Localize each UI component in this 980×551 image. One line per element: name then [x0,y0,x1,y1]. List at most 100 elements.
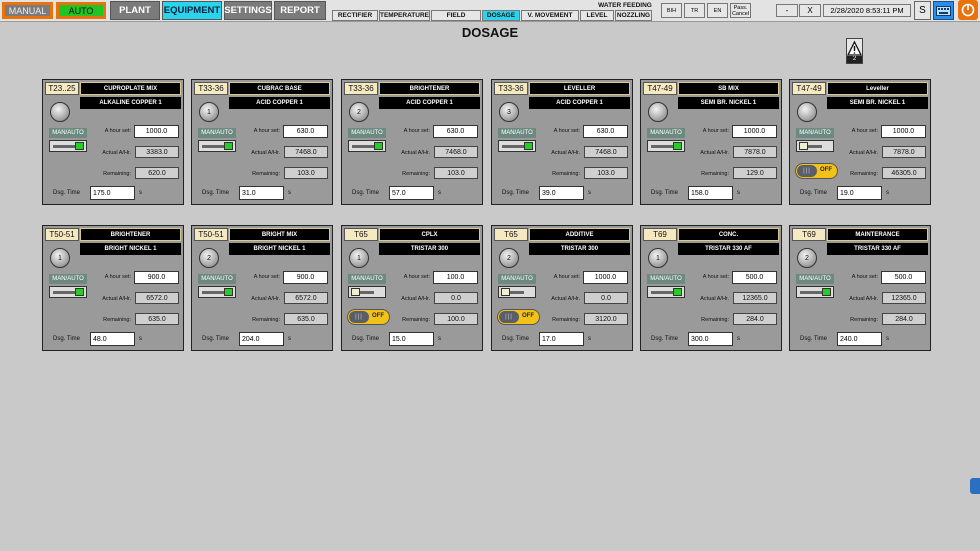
dsg-time-input[interactable]: 204.0 [239,332,284,346]
dsg-time-input[interactable]: 240.0 [837,332,882,346]
pump-indicator-icon[interactable]: 2 [499,248,519,268]
seconds-unit: s [438,190,441,196]
pump-indicator-icon[interactable] [797,102,817,122]
set-input[interactable]: 1000.0 [881,125,926,138]
pump-indicator-icon[interactable] [648,102,668,122]
actual-label: Actual A/Hr. [401,150,430,156]
subtab-nozzling[interactable]: NOZZLING [615,10,652,21]
subtab-water-feeding[interactable]: WATER FEEDING [598,1,652,10]
dosage-card: T69 MAINTERANCE TRISTAR 330 AF 2 MAN/AUT… [789,225,931,351]
set-input[interactable]: 1000.0 [732,125,777,138]
set-label: A hour set: [403,274,430,280]
subtab-v-movement[interactable]: V. MOVEMENT [521,10,579,21]
set-input[interactable]: 1000.0 [134,125,179,138]
pump-indicator-icon[interactable]: 1 [199,102,219,122]
remaining-value: 635.0 [284,313,328,325]
tank-label: T33-36 [494,82,528,95]
pump-indicator-icon[interactable]: 1 [648,248,668,268]
dsg-time-input[interactable]: 158.0 [688,186,733,200]
s-button[interactable]: S [914,1,931,20]
set-input[interactable]: 630.0 [283,125,328,138]
datetime-display: 2/28/2020 8:53:11 PM [823,4,911,17]
subtab-level[interactable]: LEVEL [580,10,614,21]
bath-name: TRISTAR 300 [379,243,480,255]
dsg-time-input[interactable]: 31.0 [239,186,284,200]
dosage-card: T65 ADDITIVE TRISTAR 300 2 MAN/AUTO A ho… [491,225,633,351]
remaining-value: 620.0 [135,167,179,179]
bath-name: TRISTAR 330 AF [678,243,779,255]
nav-plant-button[interactable]: PLANT [110,1,160,20]
auto-mode-button[interactable]: AUTO [56,2,106,19]
on-off-toggle[interactable]: ||| OFF [347,309,390,325]
pump-indicator-icon[interactable]: 2 [349,102,369,122]
set-input[interactable]: 630.0 [583,125,628,138]
actual-label: Actual A/Hr. [700,296,729,302]
pump-indicator-icon[interactable]: 1 [349,248,369,268]
actual-label: Actual A/Hr. [700,150,729,156]
subtab-field[interactable]: FIELD [431,10,481,21]
tank-label: T47-49 [792,82,826,95]
set-input[interactable]: 900.0 [134,271,179,284]
chemical-name: BRIGHTENER [379,82,480,95]
nav-settings-button[interactable]: SETTINGS [224,1,272,20]
dsg-time-label: Dsg. Time [502,336,530,342]
power-icon[interactable] [958,0,978,20]
manual-mode-button[interactable]: MANUAL [2,2,53,19]
remaining-value: 103.0 [434,167,478,179]
actual-value: 6572.0 [284,292,328,304]
nav-equipment-button[interactable]: EQUIPMENT [162,1,222,20]
set-input[interactable]: 500.0 [881,271,926,284]
pump-indicator-icon[interactable]: 1 [50,248,70,268]
seconds-unit: s [737,190,740,196]
dsg-time-input[interactable]: 15.0 [389,332,434,346]
dsg-time-input[interactable]: 17.0 [539,332,584,346]
subtab-temperature[interactable]: TEMPERATURE [379,10,430,21]
set-input[interactable]: 500.0 [732,271,777,284]
lang-tr-button[interactable]: TR [684,3,705,18]
set-input[interactable]: 1000.0 [583,271,628,284]
actual-label: Actual A/Hr. [251,150,280,156]
lang-en-button[interactable]: EN [707,3,728,18]
on-off-toggle[interactable]: ||| OFF [497,309,540,325]
nav-report-button[interactable]: REPORT [274,1,326,20]
dosage-card: T47-49 Leveller SEMI BR. NICKEL 1 MAN/AU… [789,79,931,205]
pump-indicator-icon[interactable]: 2 [797,248,817,268]
dsg-time-input[interactable]: 300.0 [688,332,733,346]
set-input[interactable]: 100.0 [433,271,478,284]
seconds-unit: s [438,336,441,342]
set-input[interactable]: 900.0 [283,271,328,284]
chemical-name: ADDITIVE [529,228,630,241]
alarm-button[interactable]: 2 [846,38,863,64]
bath-name: SEMI BR. NICKEL 1 [678,97,779,109]
side-widget-icon[interactable] [970,478,980,494]
actual-value: 3383.0 [135,146,179,158]
close-button[interactable]: X [799,4,821,17]
keyboard-icon[interactable] [933,1,954,20]
pump-indicator-icon[interactable]: 2 [199,248,219,268]
on-off-toggle[interactable]: ||| OFF [795,163,838,179]
toggle-state-label: OFF [820,167,832,173]
dsg-time-label: Dsg. Time [53,336,81,342]
set-input[interactable]: 630.0 [433,125,478,138]
dsg-time-input[interactable]: 175.0 [90,186,135,200]
remaining-label: Remaining: [252,171,280,177]
pump-indicator-icon[interactable] [50,102,70,122]
warning-icon [847,40,862,56]
remaining-label: Remaining: [850,317,878,323]
dosage-card: T33-36 LEVELLER ACID COPPER 1 3 MAN/AUTO… [491,79,633,205]
dsg-time-input[interactable]: 57.0 [389,186,434,200]
seconds-unit: s [588,190,591,196]
lang-bih-button[interactable]: BIH [661,3,682,18]
subtab-dosage[interactable]: DOSAGE [482,10,520,21]
dsg-time-input[interactable]: 48.0 [90,332,135,346]
actual-label: Actual A/Hr. [102,150,131,156]
dsg-time-input[interactable]: 39.0 [539,186,584,200]
remaining-value: 284.0 [733,313,777,325]
pump-indicator-icon[interactable]: 3 [499,102,519,122]
dsg-time-input[interactable]: 19.0 [837,186,882,200]
dsg-time-label: Dsg. Time [352,190,380,196]
subtab-rectifier[interactable]: RECTIFIER [332,10,378,21]
minimize-button[interactable]: - [776,4,798,17]
pass-cancel-button[interactable]: Pass. Cancel [730,3,751,18]
actual-value: 0.0 [584,292,628,304]
